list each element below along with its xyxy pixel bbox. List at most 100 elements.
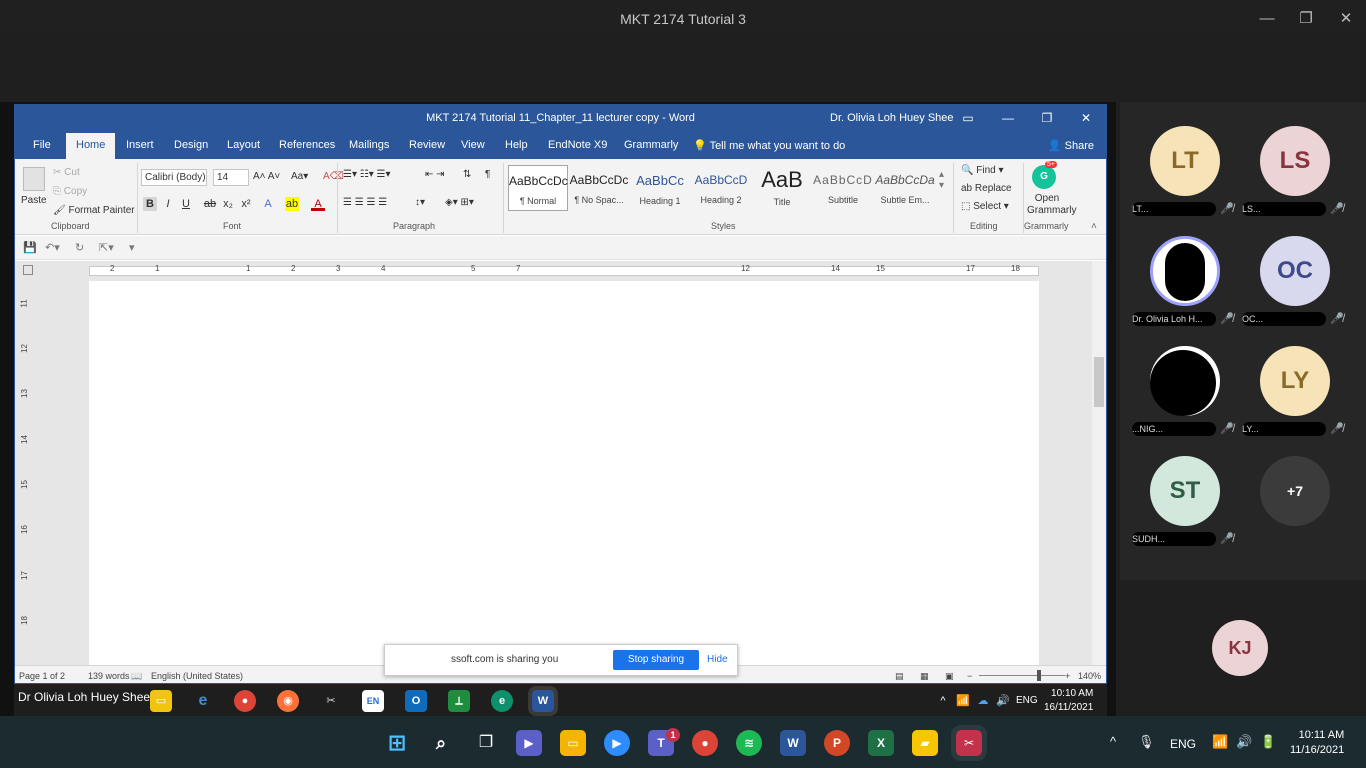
style-heading-1[interactable]: AaBbCc Heading 1	[630, 165, 690, 211]
file-explorer-icon[interactable]: ▭	[150, 690, 172, 712]
tell-me-search[interactable]: 💡 Tell me what you want to do	[693, 139, 845, 152]
proofing-icon[interactable]: 📖	[131, 671, 142, 682]
self-avatar[interactable]: KJ	[1212, 620, 1268, 676]
redo-icon[interactable]: ↻	[75, 241, 84, 254]
search-icon[interactable]: ⌕	[428, 730, 454, 756]
tab-help[interactable]: Help	[505, 139, 528, 151]
excel-icon[interactable]: X	[868, 730, 894, 756]
select-button[interactable]: ⬚ Select ▾	[961, 201, 1009, 212]
print-layout-icon[interactable]: ▦	[920, 671, 929, 682]
ribbon-display-icon[interactable]: ▭	[957, 109, 979, 127]
grammarly-icon[interactable]: G	[1032, 165, 1056, 189]
line-spacing-icon[interactable]: ↕▾	[415, 197, 425, 208]
firefox-icon[interactable]: ◉	[277, 690, 299, 712]
more-participants-tile[interactable]: +7	[1240, 450, 1350, 560]
paste-button[interactable]: Paste	[21, 195, 47, 206]
style-no-spacing[interactable]: AaBbCcDc ¶ No Spac...	[569, 165, 629, 211]
cut-button[interactable]: ✂ Cut	[53, 167, 80, 178]
word-minimize-button[interactable]: —	[997, 109, 1019, 127]
bullets-icon[interactable]: ☰▾ ☷▾ ☰▾	[343, 169, 391, 180]
tray-chevron-icon[interactable]: ^	[1110, 734, 1116, 749]
wifi-icon[interactable]: 📶	[952, 690, 974, 712]
zoom-out-button[interactable]: −	[967, 671, 972, 681]
participant-tile[interactable]: OC OC... 🎤̸	[1240, 230, 1350, 340]
align-icons[interactable]: ☰ ☰ ☰ ☰	[343, 197, 387, 208]
language-indicator[interactable]: ENG	[1170, 737, 1196, 751]
outlook-icon[interactable]: O	[405, 690, 427, 712]
internet-explorer-icon[interactable]: e	[192, 690, 214, 712]
tab-design[interactable]: Design	[174, 139, 208, 151]
volume-icon[interactable]: 🔊	[1236, 734, 1252, 750]
snipping-tool-icon[interactable]: ✂	[951, 725, 987, 761]
font-size-select[interactable]: 14	[213, 169, 249, 186]
tray-chevron-icon[interactable]: ^	[932, 690, 954, 712]
touch-mode-icon[interactable]: ⇱▾	[99, 241, 114, 254]
undo-icon[interactable]: ↶▾	[45, 241, 60, 254]
maximize-button[interactable]: ❐	[1293, 6, 1319, 32]
tab-grammarly[interactable]: Grammarly	[624, 139, 678, 151]
strikethrough-icon[interactable]: ab	[203, 197, 217, 211]
tab-selector-icon[interactable]	[23, 265, 33, 275]
style-subtitle[interactable]: AaBbCcD Subtitle	[813, 165, 873, 211]
word-restore-button[interactable]: ❐	[1036, 109, 1058, 127]
word-taskbar-icon[interactable]: W	[528, 686, 558, 716]
participant-tile[interactable]: ...NIG... 🎤̸	[1130, 340, 1240, 450]
tab-view[interactable]: View	[461, 139, 485, 151]
bold-icon[interactable]: B	[143, 197, 157, 211]
volume-icon[interactable]: 🔊	[992, 690, 1014, 712]
scroll-thumb[interactable]	[1094, 357, 1104, 407]
taskbar-clock[interactable]: 10:11 AM 11/16/2021	[1290, 728, 1344, 758]
copy-button[interactable]: ⎘ Copy	[53, 186, 87, 197]
zoom-icon[interactable]: ▶	[604, 730, 630, 756]
close-button[interactable]: ✕	[1333, 6, 1359, 32]
sticky-notes-icon[interactable]: ▰	[912, 730, 938, 756]
format-painter-button[interactable]: 🖌 Format Painter	[53, 205, 135, 216]
grow-font-icon[interactable]: A˄ A˅	[253, 171, 280, 182]
change-case-icon[interactable]: Aa▾	[291, 171, 308, 182]
tab-layout[interactable]: Layout	[227, 139, 260, 151]
customize-qat-icon[interactable]: ▾	[129, 241, 135, 254]
word-close-button[interactable]: ✕	[1075, 109, 1097, 127]
file-explorer-icon[interactable]: ▭	[560, 730, 586, 756]
powerpoint-icon[interactable]: P	[824, 730, 850, 756]
read-mode-icon[interactable]: ▤	[895, 671, 904, 682]
signed-in-user[interactable]: Dr. Olivia Loh Huey Shee	[830, 112, 954, 124]
battery-icon[interactable]: 🔋	[1260, 734, 1276, 750]
teams-chat-icon[interactable]: ▶	[516, 730, 542, 756]
indent-icon[interactable]: ⇤ ⇥	[425, 169, 445, 180]
participant-tile[interactable]: LY LY... 🎤̸	[1240, 340, 1350, 450]
vpn-app-icon[interactable]: ⟂	[448, 690, 470, 712]
web-layout-icon[interactable]: ▣	[945, 671, 954, 682]
style-subtle-emphasis[interactable]: AaBbCcDa Subtle Em...	[875, 165, 935, 211]
subscript-icon[interactable]: x₂	[221, 197, 235, 211]
tab-home[interactable]: Home	[66, 133, 116, 159]
hide-button[interactable]: Hide	[707, 654, 728, 665]
styles-more-icon[interactable]: ▴ ▾	[939, 169, 944, 191]
text-effects-icon[interactable]: A	[261, 197, 275, 211]
clear-formatting-icon[interactable]: A⌫	[323, 171, 344, 182]
underline-icon[interactable]: U	[179, 197, 193, 211]
superscript-icon[interactable]: x²	[239, 197, 253, 211]
zoom-slider[interactable]	[979, 675, 1065, 676]
language-status[interactable]: English (United States)	[151, 671, 243, 681]
tab-references[interactable]: References	[279, 139, 335, 151]
document-page[interactable]	[89, 281, 1039, 665]
shading-icon[interactable]: ◈▾ ⊞▾	[445, 197, 474, 208]
word-icon[interactable]: W	[780, 730, 806, 756]
chrome-icon[interactable]: ●	[234, 690, 256, 712]
minimize-button[interactable]: —	[1254, 6, 1280, 32]
onedrive-icon[interactable]: ☁	[972, 690, 994, 712]
taskbar-clock[interactable]: 10:10 AM 16/11/2021	[1044, 687, 1093, 715]
tab-file[interactable]: File	[33, 139, 51, 151]
font-name-select[interactable]: Calibri (Body)	[141, 169, 207, 186]
participant-tile[interactable]: ST SUDH... 🎤̸	[1130, 450, 1240, 560]
windows-start-icon[interactable]: ⊞	[384, 730, 410, 756]
horizontal-ruler[interactable]: 2 1 1 2 3 4 5 7 12 14 15 17 18	[15, 261, 1106, 281]
share-button[interactable]: 👤 Share	[1048, 139, 1094, 152]
task-view-icon[interactable]: ❐	[473, 730, 499, 756]
participant-tile[interactable]: LS LS... 🎤̸	[1240, 120, 1350, 230]
tab-endnote[interactable]: EndNote X9	[548, 139, 607, 151]
style-heading-2[interactable]: AaBbCcD Heading 2	[691, 165, 751, 211]
pilcrow-icon[interactable]: ¶	[485, 169, 490, 180]
snip-tool-icon[interactable]: ✂	[320, 690, 342, 712]
